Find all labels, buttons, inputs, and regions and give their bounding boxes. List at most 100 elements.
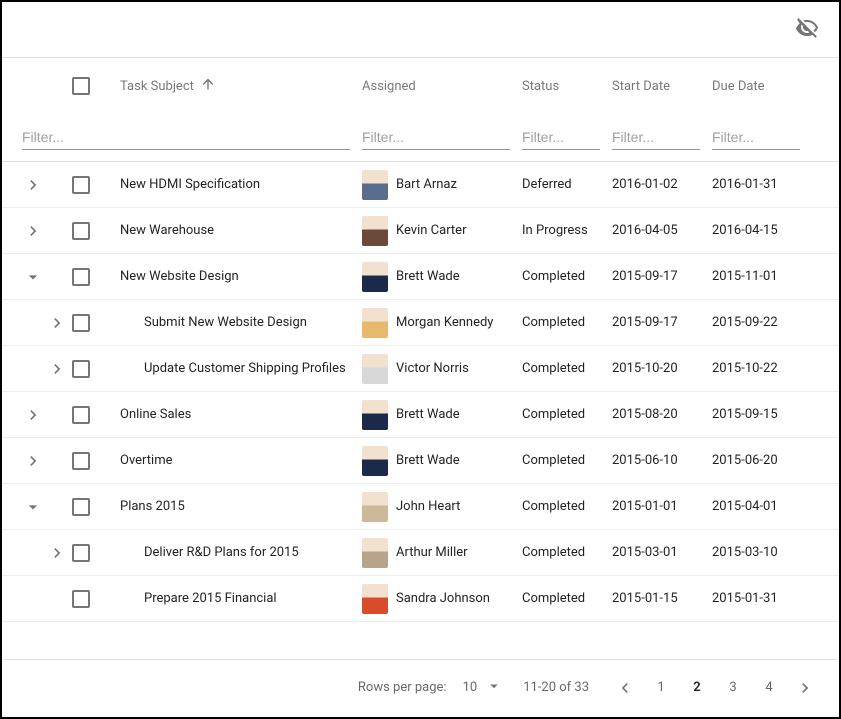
row-subject: Submit New Website Design — [144, 315, 307, 330]
row-checkbox[interactable] — [72, 314, 90, 332]
page-range-label: 11-20 of 33 — [523, 680, 589, 695]
column-header-start[interactable]: Start Date — [612, 79, 712, 94]
column-header-label: Due Date — [712, 79, 765, 94]
row-checkbox[interactable] — [72, 222, 90, 240]
row-assigned: Brett Wade — [396, 453, 460, 468]
table-row: Online SalesBrett WadeCompleted2015-08-2… — [2, 392, 839, 438]
avatar — [362, 216, 388, 246]
table-row: New Warehouse Kevin Carter In Progress 2016… — [2, 208, 839, 254]
dropdown-icon — [485, 677, 503, 699]
row-checkbox[interactable] — [72, 176, 90, 194]
row-checkbox[interactable] — [72, 360, 90, 378]
row-checkbox[interactable] — [72, 498, 90, 516]
next-page-button[interactable] — [789, 672, 821, 704]
row-subject: Overtime — [120, 453, 172, 468]
row-status: Completed — [522, 453, 585, 468]
column-header-label: Assigned — [362, 79, 416, 94]
row-start-date: 2015-09-17 — [612, 315, 678, 330]
chevron-right-icon[interactable] — [22, 174, 44, 196]
chevron-right-icon[interactable] — [46, 312, 68, 334]
row-subject: New HDMI Specification — [120, 177, 260, 192]
filter-due-input[interactable] — [712, 125, 800, 150]
column-header-label: Task Subject — [120, 79, 194, 94]
chevron-down-icon[interactable] — [22, 266, 44, 288]
chevron-right-icon[interactable] — [22, 220, 44, 242]
rows-per-page-select[interactable]: 10 — [463, 677, 504, 699]
column-header-label: Status — [522, 79, 559, 94]
row-assigned: Brett Wade — [396, 269, 460, 284]
chevron-right-icon[interactable] — [46, 542, 68, 564]
row-status: Completed — [522, 269, 585, 284]
prev-page-button[interactable] — [609, 672, 641, 704]
avatar — [362, 400, 388, 430]
table-body: New HDMI SpecificationBart ArnazDeferred… — [2, 162, 839, 622]
table-header: Task Subject Assigned Status Start Date … — [2, 58, 839, 114]
chevron-down-icon[interactable] — [22, 496, 44, 518]
column-header-assigned[interactable]: Assigned — [362, 79, 522, 94]
filter-start-input[interactable] — [612, 125, 700, 150]
visibility-off-icon[interactable] — [795, 16, 819, 44]
row-status: In Progress — [522, 223, 588, 238]
row-start-date: 2015-01-15 — [612, 591, 678, 606]
column-header-status[interactable]: Status — [522, 79, 612, 94]
row-assigned: Sandra Johnson — [396, 591, 490, 606]
column-header-subject[interactable]: Task Subject — [112, 76, 362, 96]
row-subject: New Warehouse — [120, 223, 214, 238]
avatar — [362, 446, 388, 476]
row-assigned: Arthur Miller — [396, 545, 468, 560]
row-checkbox[interactable] — [72, 406, 90, 424]
arrow-up-icon — [200, 76, 216, 96]
chevron-right-icon[interactable] — [22, 404, 44, 426]
table-row: New Website DesignBrett WadeCompleted201… — [2, 254, 839, 300]
row-status: Completed — [522, 545, 585, 560]
row-due-date: 2015-11-01 — [712, 269, 778, 284]
table-row: OvertimeBrett WadeCompleted2015-06-10201… — [2, 438, 839, 484]
row-assigned: Morgan Kennedy — [396, 315, 493, 330]
page-button-4[interactable]: 4 — [753, 672, 785, 704]
filter-subject-input[interactable] — [22, 125, 350, 150]
toolbar — [2, 2, 839, 58]
row-due-date: 2016-04-15 — [712, 223, 778, 238]
page-button-1[interactable]: 1 — [645, 672, 677, 704]
avatar — [362, 170, 388, 200]
row-status: Completed — [522, 499, 585, 514]
table-row: Submit New Website DesignMorgan KennedyC… — [2, 300, 839, 346]
select-all-checkbox[interactable] — [72, 77, 90, 95]
row-status: Deferred — [522, 177, 572, 192]
page-button-2[interactable]: 2 — [681, 672, 713, 704]
avatar — [362, 262, 388, 292]
page-button-3[interactable]: 3 — [717, 672, 749, 704]
row-start-date: 2015-09-17 — [612, 269, 678, 284]
row-status: Completed — [522, 407, 585, 422]
avatar — [362, 308, 388, 338]
row-start-date: 2016-01-02 — [612, 177, 678, 192]
filter-assigned-input[interactable] — [362, 125, 510, 150]
chevron-right-icon[interactable] — [46, 358, 68, 380]
filter-row — [2, 114, 839, 162]
row-checkbox[interactable] — [72, 452, 90, 470]
avatar — [362, 354, 388, 384]
table-row: Plans 2015John HeartCompleted2015-01-012… — [2, 484, 839, 530]
row-assigned: John Heart — [396, 499, 460, 514]
row-subject: Prepare 2015 Financial — [144, 591, 277, 606]
row-checkbox[interactable] — [72, 590, 90, 608]
row-subject: Plans 2015 — [120, 499, 185, 514]
row-assigned: Kevin Carter — [396, 223, 466, 238]
column-header-label: Start Date — [612, 79, 670, 94]
table-footer: Rows per page: 10 11-20 of 33 1234 — [4, 659, 837, 715]
row-subject: Deliver R&D Plans for 2015 — [144, 545, 299, 560]
row-checkbox[interactable] — [72, 268, 90, 286]
row-checkbox[interactable] — [72, 544, 90, 562]
row-status: Completed — [522, 361, 585, 376]
row-assigned: Brett Wade — [396, 407, 460, 422]
column-header-due[interactable]: Due Date — [712, 79, 812, 94]
filter-status-input[interactable] — [522, 125, 600, 150]
chevron-right-icon[interactable] — [22, 450, 44, 472]
row-start-date: 2015-06-10 — [612, 453, 678, 468]
row-subject: Online Sales — [120, 407, 191, 422]
table-row: New HDMI SpecificationBart ArnazDeferred… — [2, 162, 839, 208]
row-start-date: 2015-03-01 — [612, 545, 678, 560]
row-due-date: 2015-04-01 — [712, 499, 778, 514]
rows-per-page-value: 10 — [463, 680, 478, 695]
avatar — [362, 538, 388, 568]
